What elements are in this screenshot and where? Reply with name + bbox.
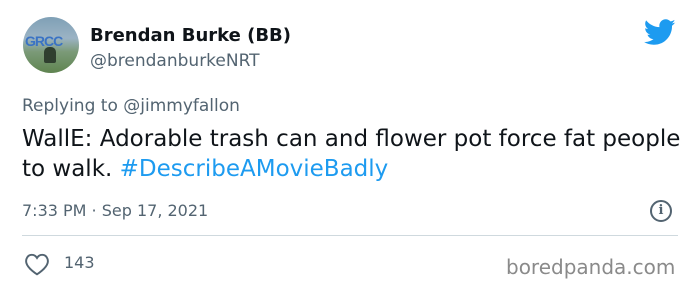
heart-icon[interactable] [24, 252, 50, 276]
info-icon[interactable]: i [650, 200, 672, 222]
avatar[interactable]: GRCC [23, 17, 79, 73]
author-name[interactable]: Brendan Burke (BB) [90, 25, 291, 47]
tweet-text: WallE: Adorable trash can and flower pot… [22, 124, 682, 184]
twitter-bird-icon[interactable] [644, 19, 676, 46]
divider [22, 235, 678, 236]
reply-mention-link[interactable]: @jimmyfallon [123, 96, 240, 116]
replying-to: Replying to @jimmyfallon [22, 95, 240, 117]
replying-to-prefix: Replying to [22, 96, 124, 116]
tweet-timestamp[interactable]: 7:33 PM · Sep 17, 2021 [22, 200, 208, 222]
author-handle[interactable]: @brendanburkeNRT [90, 50, 260, 72]
watermark: boredpanda.com [506, 255, 676, 279]
like-count: 143 [64, 253, 95, 272]
hashtag-link[interactable]: #DescribeAMovieBadly [120, 156, 389, 182]
avatar-person [44, 47, 56, 63]
